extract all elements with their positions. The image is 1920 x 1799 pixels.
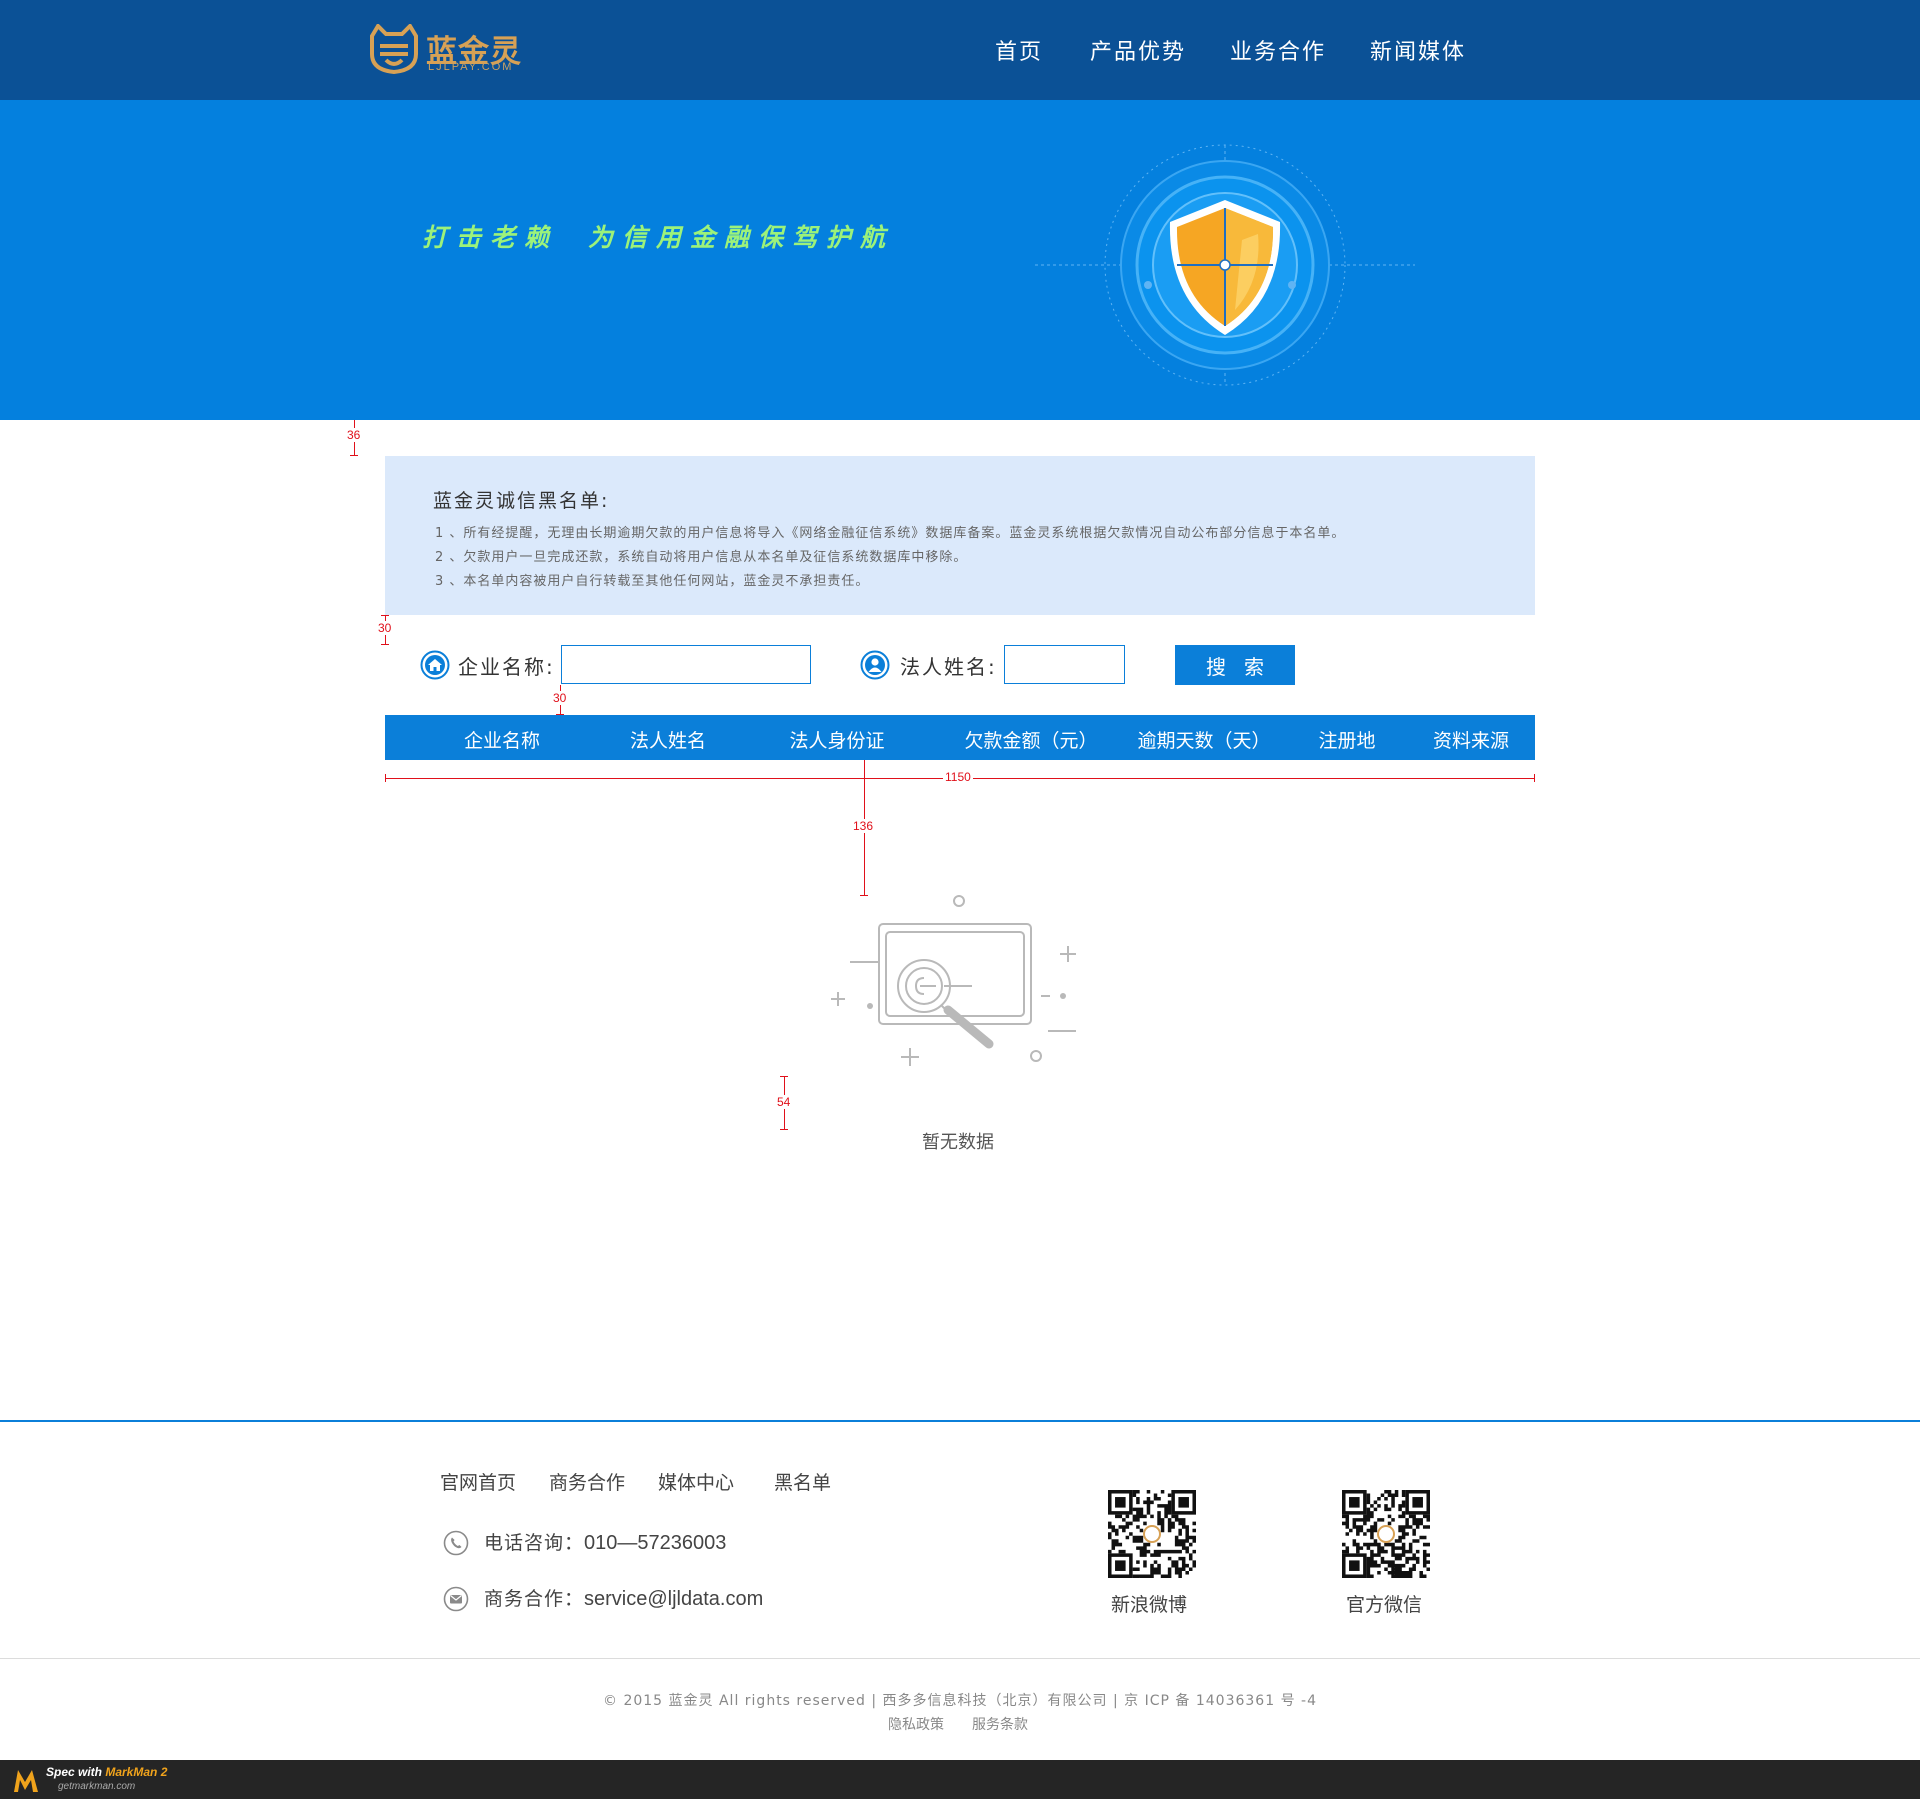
markman-strip: Spec with MarkMan 2 getmarkman.com (0, 1760, 1920, 1799)
notice-line-2: 2 、欠款用户一旦完成还款，系统自动将用户信息从本名单及征信系统数据库中移除。 (435, 550, 968, 565)
markman-url: getmarkman.com (58, 1781, 136, 1792)
weibo-qr-code[interactable] (1108, 1490, 1196, 1578)
col-data-source: 资料来源 (1432, 730, 1510, 752)
legal-person-input[interactable] (1004, 645, 1125, 684)
spec-cap (1534, 774, 1535, 782)
company-name-label: 企业名称: (458, 655, 555, 679)
email-label: 商务合作： (484, 1588, 585, 1610)
slogan-part-2: 为信用金融保驾护航 (588, 223, 895, 252)
notice-line-3: 3 、本名单内容被用户自行转载至其他任何网站，蓝金灵不承担责任。 (435, 574, 870, 589)
blacklist-table-header: 企业名称 法人姓名 法人身份证 欠款金额（元） 逾期天数（天） 注册地 资料来源 (385, 715, 1535, 760)
site-logo[interactable]: 蓝金灵 LJLPAY.COM (366, 24, 536, 76)
spec-cap (780, 1129, 788, 1130)
col-id-number: 法人身份证 (789, 730, 885, 752)
top-navbar: 蓝金灵 LJLPAY.COM 首页 产品优势 业务合作 新闻媒体 (0, 0, 1920, 100)
markman-logo-icon (14, 1770, 38, 1792)
hero-banner: 打击老赖 为信用金融保驾护航 (0, 100, 1920, 420)
spec-label-36: 36 (347, 428, 361, 442)
terms-of-service-link[interactable]: 服务条款 (972, 1714, 1028, 1734)
company-name-input[interactable] (561, 645, 811, 684)
legal-person-label: 法人姓名: (900, 655, 997, 679)
shield-icon (1035, 144, 1415, 386)
phone-icon (443, 1530, 469, 1556)
privacy-policy-link[interactable]: 隐私政策 (888, 1714, 944, 1734)
phone-label: 电话咨询： (484, 1532, 585, 1554)
footer-link-home[interactable]: 官网首页 (440, 1468, 516, 1495)
wechat-label: 官方微信 (1346, 1594, 1423, 1616)
blacklist-notice: 蓝金灵诚信黑名单: 1 、所有经提醒，无理由长期逾期欠款的用户信息将导入《网络金… (385, 456, 1535, 615)
slogan-part-1: 打击老赖 (422, 223, 559, 252)
notice-title: 蓝金灵诚信黑名单: (433, 490, 610, 512)
spec-cap (385, 774, 386, 782)
spec-cap (381, 644, 389, 645)
spec-label-30b: 30 (553, 691, 567, 705)
nav-news-media[interactable]: 新闻媒体 (1370, 34, 1466, 66)
markman-title: Spec with MarkMan 2 (46, 1765, 167, 1779)
footer-link-business[interactable]: 商务合作 (549, 1468, 625, 1495)
spec-label-136: 136 (853, 819, 874, 833)
markman-title-b: MarkMan 2 (105, 1765, 168, 1779)
banner-slogan: 打击老赖 为信用金融保驾护航 (422, 218, 924, 254)
col-debt-amount: 欠款金额（元） (964, 730, 1098, 752)
footer-link-blacklist[interactable]: 黑名单 (774, 1468, 831, 1495)
search-button[interactable]: 搜索 (1175, 645, 1295, 685)
mail-icon (443, 1586, 469, 1612)
nav-product-advantages[interactable]: 产品优势 (1090, 34, 1186, 66)
col-registered-place: 注册地 (1318, 730, 1376, 752)
footer-phone: 电话咨询：010—57236003 (484, 1528, 726, 1555)
logo-domain: LJLPAY.COM (428, 61, 514, 73)
col-legal-person: 法人姓名 (629, 730, 707, 752)
notice-line-1: 1 、所有经提醒，无理由长期逾期欠款的用户信息将导入《网络金融征信系统》数据库备… (435, 526, 1346, 541)
empty-state-text: 暂无数据 (922, 1132, 994, 1153)
logo-mark-icon (370, 24, 418, 75)
spec-cap (350, 455, 358, 456)
col-company-name: 企业名称 (463, 730, 541, 752)
spec-label-1150: 1150 (943, 770, 973, 784)
spec-cap (780, 1076, 788, 1077)
company-house-icon (420, 650, 450, 680)
footer-top-border (0, 1420, 1920, 1422)
spec-cap (381, 615, 389, 616)
footer-email: 商务合作：service@ljldata.com (484, 1584, 763, 1611)
markman-title-a: Spec with (46, 1765, 106, 1779)
no-data-illustration-icon (831, 895, 1076, 1066)
copyright-text: © 2015 蓝金灵 All rights reserved | 西多多信息科技… (603, 1693, 1317, 1709)
person-icon (860, 650, 890, 680)
col-overdue-days: 逾期天数（天） (1137, 730, 1271, 752)
spec-label-30a: 30 (378, 621, 392, 635)
footer-link-media-center[interactable]: 媒体中心 (658, 1468, 734, 1495)
nav-business-cooperation[interactable]: 业务合作 (1230, 34, 1326, 66)
wechat-qr-code[interactable] (1342, 1490, 1430, 1578)
spec-label-54: 54 (777, 1095, 791, 1109)
footer-divider (0, 1658, 1920, 1659)
nav-home[interactable]: 首页 (995, 34, 1043, 66)
email-address[interactable]: service@ljldata.com (584, 1588, 763, 1610)
phone-number: 010—57236003 (584, 1532, 727, 1554)
weibo-label: 新浪微博 (1111, 1594, 1188, 1616)
